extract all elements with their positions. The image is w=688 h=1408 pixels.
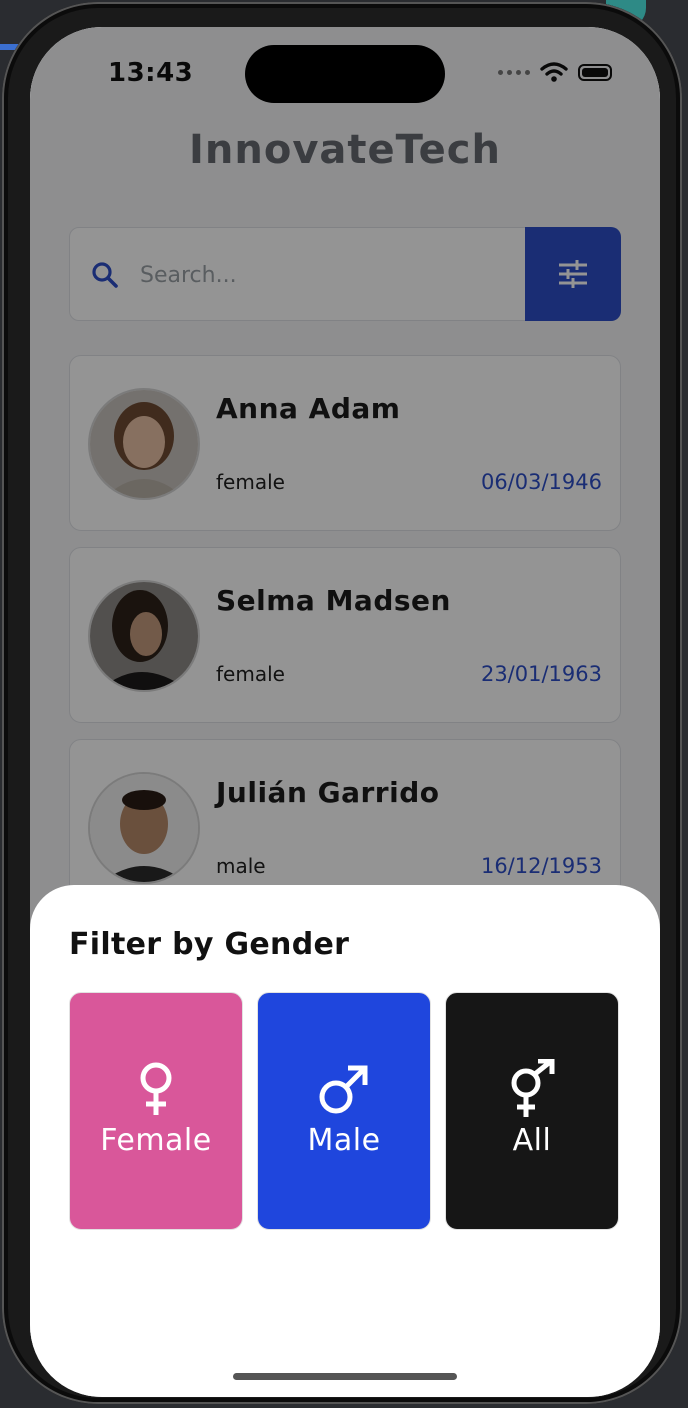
all-genders-symbol-icon [511, 1058, 555, 1117]
filter-female-label: Female [100, 1122, 212, 1158]
female-symbol-icon [140, 1062, 172, 1115]
filter-female-button[interactable]: Female [69, 992, 243, 1230]
filter-all-button[interactable]: All [445, 992, 619, 1230]
filter-bottom-sheet: Filter by Gender Female Male All [30, 885, 660, 1397]
filter-all-label: All [512, 1122, 552, 1158]
filter-male-label: Male [307, 1122, 381, 1158]
app-background: 13:43 InnovateTech Search... Anna Adam f… [30, 27, 660, 1397]
home-indicator[interactable] [233, 1373, 457, 1380]
phone-frame: 13:43 InnovateTech Search... Anna Adam f… [2, 2, 682, 1404]
sheet-title: Filter by Gender [69, 927, 350, 962]
phone-screen: 13:43 InnovateTech Search... Anna Adam f… [30, 27, 660, 1397]
filter-male-button[interactable]: Male [257, 992, 431, 1230]
male-symbol-icon [319, 1065, 368, 1113]
